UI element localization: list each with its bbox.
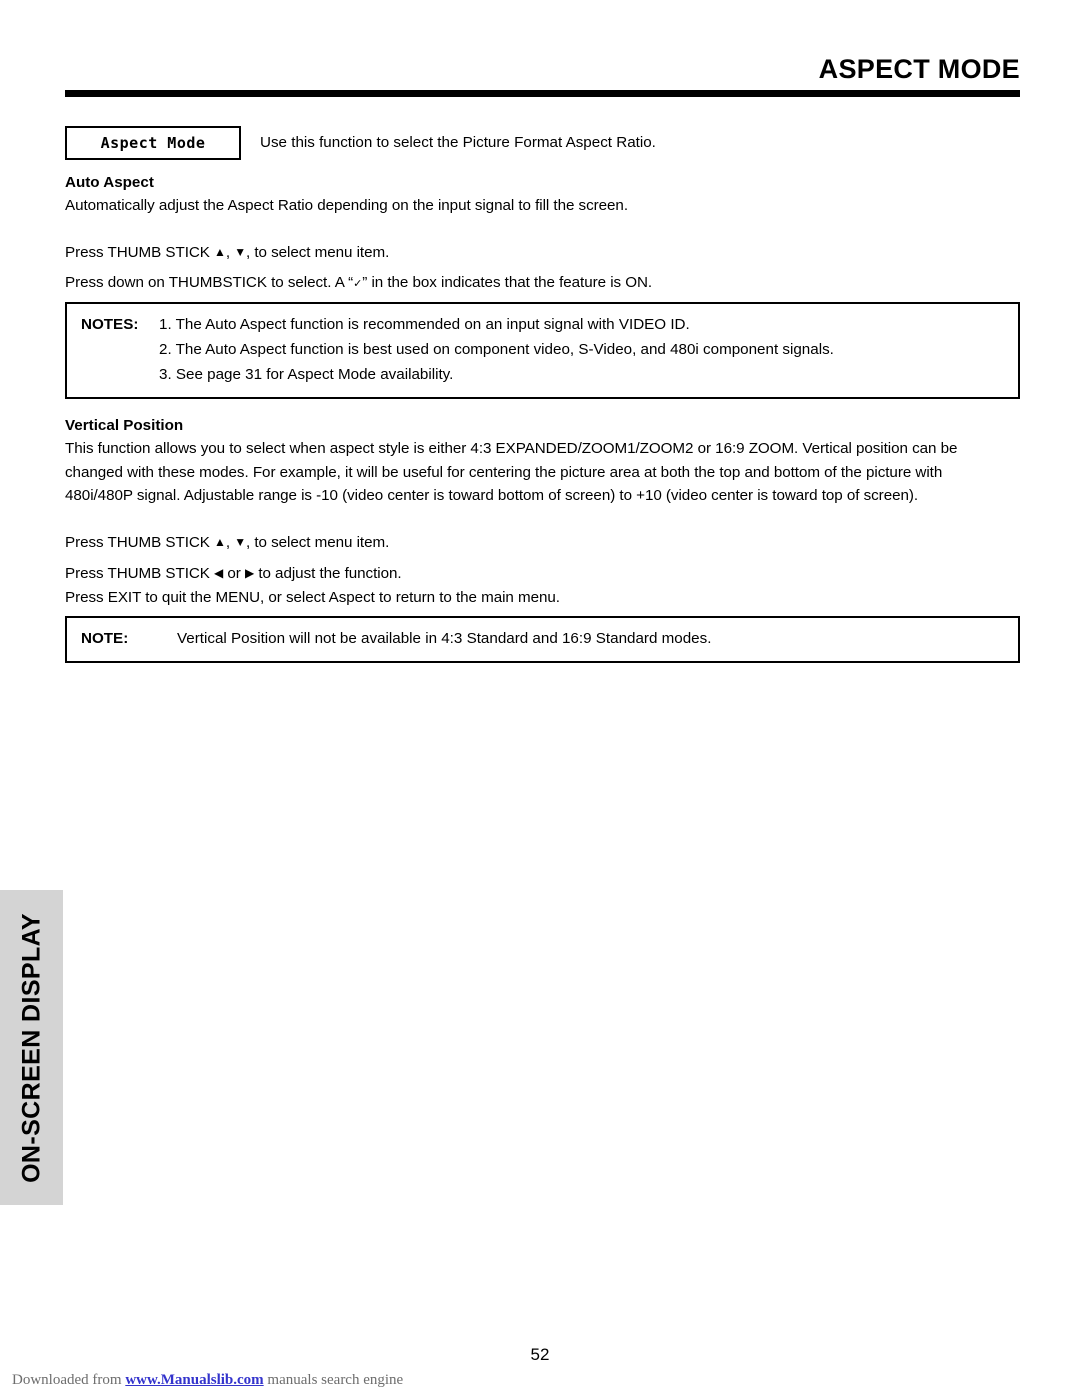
instruction-text-post: , to select menu item.	[246, 244, 390, 261]
page-header: ASPECT MODE	[65, 52, 1020, 102]
section-side-tab: ON-SCREEN DISPLAY	[0, 890, 63, 1205]
vp-instruction-text-post: , to select menu item.	[246, 533, 390, 551]
vertical-position-body-line-3: 480i/480P signal. Adjustable range is -1…	[65, 487, 919, 504]
vertical-position-body-line-2: changed with these modes. For example, i…	[65, 463, 943, 481]
auto-aspect-instruction-2: Press down on THUMBSTICK to select. A “✓…	[65, 271, 1020, 296]
instruction2-text-post: ” in the box indicates that the feature …	[362, 274, 653, 291]
checkmark-icon: ✓	[353, 278, 363, 290]
thumbstick-up-icon: ▲	[214, 245, 226, 259]
vertical-position-heading: Vertical Position	[65, 417, 184, 434]
note-box: NOTE: Vertical Position will not be avai…	[65, 615, 1020, 663]
note-text: Vertical Position will not be available …	[177, 629, 712, 647]
vp-instruction-text-pre: Press THUMB STICK	[65, 533, 215, 551]
vp-instruction2-text-post: to adjust the function.	[254, 564, 402, 582]
instruction-comma-sep: ,	[225, 244, 235, 261]
vertical-position-instruction-3: Press EXIT to quit the MENU, or select A…	[65, 588, 560, 606]
page-title: ASPECT MODE	[818, 54, 1020, 84]
aspect-mode-description: Use this function to select the Picture …	[260, 134, 656, 151]
thumbstick-right-icon: ▶	[244, 565, 255, 580]
vp-instruction2-text-pre: Press THUMB STICK	[65, 564, 215, 582]
note-row: NOTE: Vertical Position will not be avai…	[67, 626, 1018, 651]
vp-instruction-comma-sep: ,	[225, 533, 235, 551]
notes-box: NOTES: 1. The Auto Aspect function is re…	[65, 302, 1020, 399]
download-footer: Downloaded from www.Manualslib.com manua…	[12, 1372, 403, 1389]
note-item: 3. See page 31 for Aspect Mode availabil…	[159, 366, 454, 383]
auto-aspect-instruction-1: Press THUMB STICK ▲, ▼, to select menu i…	[65, 240, 1020, 265]
manualslib-link[interactable]: www.Manualslib.com	[125, 1372, 263, 1388]
note-item: 1. The Auto Aspect function is recommend…	[159, 316, 690, 333]
thumbstick-left-icon: ◀	[214, 565, 224, 580]
header-divider-rule	[65, 90, 1020, 97]
main-content: Aspect Mode Use this function to select …	[65, 124, 1020, 663]
vertical-position-body-line-1: This function allows you to select when …	[65, 440, 958, 457]
note-label: NOTE:	[81, 629, 129, 647]
notes-item-list: 1. The Auto Aspect function is recommend…	[159, 312, 1018, 387]
thumbstick-up-icon: ▲	[214, 534, 226, 549]
aspect-mode-row: Aspect Mode Use this function to select …	[65, 124, 1020, 162]
instruction-text-pre: Press THUMB STICK	[65, 244, 215, 261]
aspect-mode-chip[interactable]: Aspect Mode	[65, 126, 241, 160]
notes-label: NOTES:	[81, 316, 139, 333]
vp-instruction2-text-mid: or	[223, 564, 245, 582]
thumbstick-down-icon: ▼	[234, 534, 247, 549]
page-number: 52	[530, 1345, 550, 1364]
footer-suffix: manuals search engine	[263, 1372, 404, 1388]
thumbstick-down-icon: ▼	[234, 245, 247, 259]
section-side-tab-label: ON-SCREEN DISPLAY	[17, 912, 45, 1183]
notes-row: NOTES: 1. The Auto Aspect function is re…	[67, 312, 1018, 387]
auto-aspect-heading: Auto Aspect	[65, 174, 154, 191]
auto-aspect-body: Automatically adjust the Aspect Ratio de…	[65, 197, 629, 214]
aspect-mode-chip-label: Aspect Mode	[100, 134, 206, 152]
instruction2-text-pre: Press down on THUMBSTICK to select. A “	[65, 274, 354, 291]
note-item: 2. The Auto Aspect function is best used…	[159, 341, 834, 358]
footer-prefix: Downloaded from	[12, 1372, 126, 1388]
vertical-position-instruction-1: Press THUMB STICK ▲, ▼, to select menu i…	[65, 530, 1020, 555]
vertical-position-instruction-2: Press THUMB STICK ◀ or ▶ to adjust the f…	[65, 561, 1020, 586]
